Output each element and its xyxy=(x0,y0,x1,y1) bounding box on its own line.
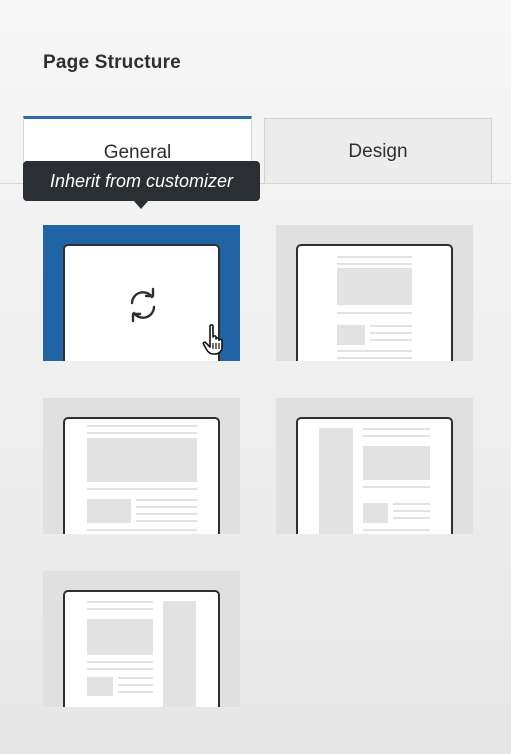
tab-design[interactable]: Design xyxy=(264,118,492,184)
layout-preview xyxy=(63,244,220,361)
layout-narrow-icon xyxy=(296,244,453,361)
layout-option-right-sidebar[interactable] xyxy=(43,571,240,707)
tooltip: Inherit from customizer xyxy=(23,161,260,201)
sync-icon xyxy=(130,287,156,323)
layout-left-sidebar-icon xyxy=(296,417,453,534)
layout-wide-icon xyxy=(63,417,220,534)
tab-design-label: Design xyxy=(348,140,408,162)
tooltip-arrow xyxy=(133,200,149,209)
layout-option-no-sidebar-narrow[interactable] xyxy=(276,225,473,361)
layout-option-left-sidebar[interactable] xyxy=(276,398,473,534)
hand-pointer-icon xyxy=(202,324,223,355)
layout-option-no-sidebar-wide[interactable] xyxy=(43,398,240,534)
layout-right-sidebar-icon xyxy=(63,590,220,707)
panel-title: Page Structure xyxy=(43,52,181,73)
tooltip-text: Inherit from customizer xyxy=(49,170,234,191)
